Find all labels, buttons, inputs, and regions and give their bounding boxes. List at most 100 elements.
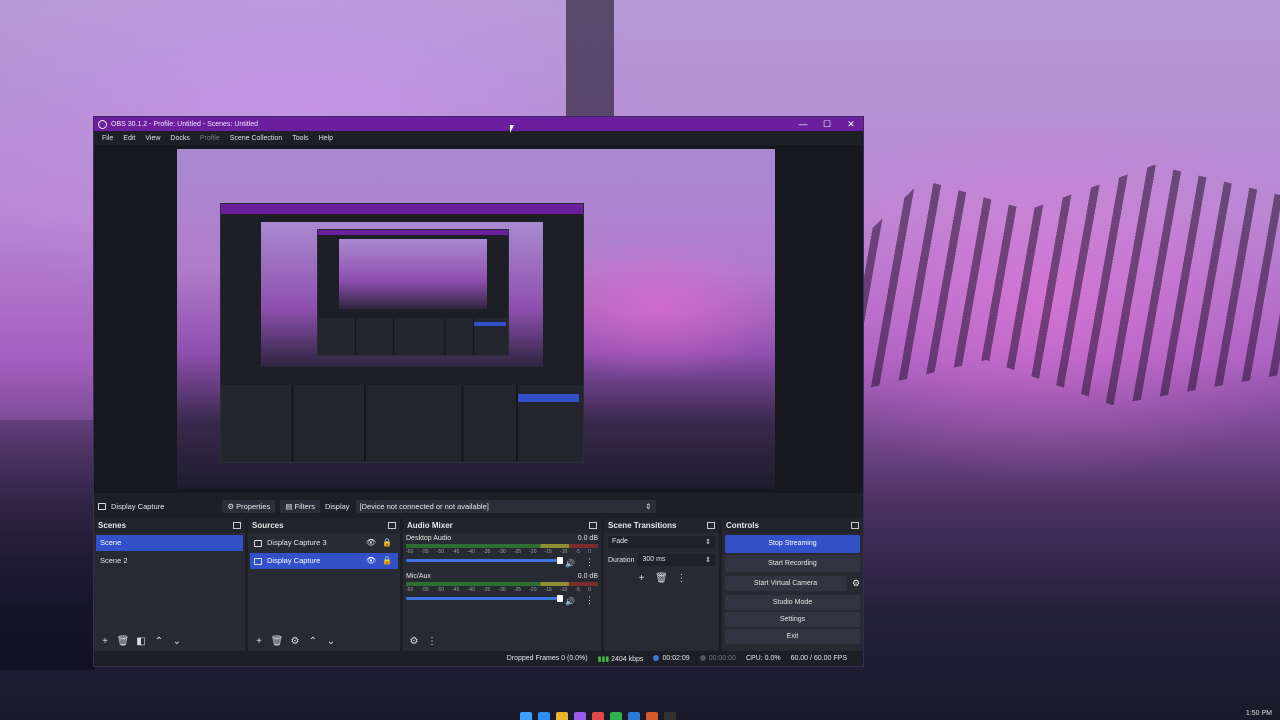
channel-db: 0.0 dB: [577, 573, 598, 580]
settings-button[interactable]: Settings: [725, 612, 860, 627]
folder-icon[interactable]: [556, 712, 568, 720]
scene-transitions-header: Scene Transitions: [608, 521, 677, 530]
float-dock-icon[interactable]: [851, 522, 859, 529]
obs-icon[interactable]: [664, 712, 676, 720]
mixer-channel: Desktop Audio 0.0 dB -60 -55 -50 -45 -40 -35 -3…: [403, 533, 601, 571]
gear-icon[interactable]: ⚙: [849, 578, 863, 589]
app-icon[interactable]: [574, 712, 586, 720]
start-virtual-camera-button[interactable]: Start Virtual Camera: [725, 576, 846, 591]
gear-icon[interactable]: ⚙: [288, 635, 302, 649]
menu-file[interactable]: File: [97, 135, 118, 142]
selected-source-name: Display Capture: [111, 502, 165, 511]
app-icon[interactable]: [646, 712, 658, 720]
exit-button[interactable]: Exit: [725, 629, 860, 644]
volume-knob[interactable]: [557, 557, 563, 564]
volume-slider[interactable]: [406, 595, 563, 602]
float-dock-icon[interactable]: [707, 522, 715, 529]
dropped-frames: Dropped Frames 0 (0.0%): [506, 655, 588, 662]
maximize-button[interactable]: ☐: [815, 117, 839, 131]
add-icon[interactable]: +: [98, 635, 112, 649]
trash-icon[interactable]: 🗑: [655, 572, 669, 586]
close-button[interactable]: ✕: [839, 117, 863, 131]
move-down-icon[interactable]: ⌄: [324, 635, 338, 649]
source-toolbar: Display Capture ⚙ Properties ▤ Filters D…: [94, 497, 863, 516]
recording-time: 00:00:00: [699, 655, 736, 662]
duration-label: Duration: [608, 556, 635, 564]
mouse-cursor: [510, 125, 514, 133]
stop-streaming-button[interactable]: Stop Streaming: [725, 535, 860, 553]
status-bar: Dropped Frames 0 (0.0%) ▮▮▮ 2404 kbps 00…: [94, 651, 863, 666]
volume-knob[interactable]: [557, 595, 563, 602]
start-icon[interactable]: [520, 712, 532, 720]
bitrate: ▮▮▮ 2404 kbps: [597, 655, 644, 663]
lock-icon[interactable]: 🔒: [382, 553, 392, 569]
preview-area: [94, 145, 863, 493]
preview-canvas[interactable]: [177, 149, 775, 489]
stream-status-icon: [653, 655, 660, 662]
updown-icon: ⇕: [645, 502, 652, 511]
title-bar[interactable]: OBS 30.1.2 - Profile: Untitled - Scenes:…: [94, 117, 863, 131]
wallpaper-palm: [860, 165, 1280, 405]
menu-help[interactable]: Help: [314, 135, 338, 142]
start-recording-button[interactable]: Start Recording: [725, 555, 860, 572]
docks: Scenes Scene Scene 2 + 🗑 ◧ ⌃ ⌄ Sources D…: [94, 518, 863, 651]
channel-db: 0.0 dB: [577, 535, 598, 542]
menu-tools[interactable]: Tools: [287, 135, 313, 142]
wallpaper-city: [0, 420, 95, 670]
menu-scene-collection[interactable]: Scene Collection: [225, 135, 288, 142]
speaker-icon[interactable]: 🔊: [565, 597, 575, 606]
meter-ticks: -60 -55 -50 -45 -40 -35 -30 -25 -20 -15 -10 -5 0: [406, 549, 591, 555]
float-dock-icon[interactable]: [233, 522, 241, 529]
source-item[interactable]: Display Capture 👁 🔒: [250, 553, 398, 569]
move-down-icon[interactable]: ⌄: [170, 635, 184, 649]
obs-logo-icon: [98, 119, 107, 129]
move-up-icon[interactable]: ⌃: [152, 635, 166, 649]
scenes-dock: Scenes Scene Scene 2 + 🗑 ◧ ⌃ ⌄: [94, 518, 245, 651]
studio-mode-button[interactable]: Studio Mode: [725, 595, 860, 610]
updown-icon: ⇕: [705, 539, 711, 546]
menu-view[interactable]: View: [140, 135, 165, 142]
menu-docks[interactable]: Docks: [165, 135, 194, 142]
controls-dock: Controls Stop Streaming Start Recording …: [722, 518, 863, 651]
move-up-icon[interactable]: ⌃: [306, 635, 320, 649]
audio-mixer-header: Audio Mixer: [407, 521, 453, 530]
visibility-eye-icon[interactable]: 👁: [366, 535, 376, 551]
spotify-icon[interactable]: [610, 712, 622, 720]
duration-input[interactable]: 300 ms ⇕: [638, 554, 715, 566]
source-item[interactable]: Display Capture 3 👁 🔒: [250, 535, 398, 551]
float-dock-icon[interactable]: [589, 522, 597, 529]
visibility-eye-icon[interactable]: 👁: [366, 553, 376, 569]
chrome-icon[interactable]: [592, 712, 604, 720]
vscode-icon[interactable]: [628, 712, 640, 720]
more-options-icon[interactable]: ⋮: [425, 635, 439, 649]
lock-icon[interactable]: 🔒: [382, 535, 392, 551]
nested-obs-capture-2: [317, 229, 510, 357]
menu-edit[interactable]: Edit: [118, 135, 140, 142]
filters-button[interactable]: ▤ Filters: [280, 500, 320, 513]
menu-profile[interactable]: Profile: [195, 135, 225, 142]
add-icon[interactable]: +: [635, 572, 649, 586]
scene-item[interactable]: Scene 2: [96, 553, 243, 569]
filter-icon[interactable]: ◧: [134, 635, 148, 649]
edge-icon[interactable]: [538, 712, 550, 720]
minimize-button[interactable]: —: [791, 117, 815, 131]
properties-button[interactable]: ⚙ Properties: [222, 500, 276, 513]
meter-ticks: -60 -55 -50 -45 -40 -35 -30 -25 -20 -15 -10 -5 0: [406, 587, 591, 593]
add-icon[interactable]: +: [252, 635, 266, 649]
sources-dock: Sources Display Capture 3 👁 🔒 Display Ca…: [248, 518, 400, 651]
cpu-usage: CPU: 0.0%: [745, 655, 781, 662]
clock: 1:50 PM: [1245, 710, 1272, 717]
float-dock-icon[interactable]: [388, 522, 396, 529]
speaker-icon[interactable]: 🔊: [565, 559, 575, 568]
scene-item[interactable]: Scene: [96, 535, 243, 551]
more-options-icon[interactable]: ⋮: [585, 557, 594, 568]
volume-slider[interactable]: [406, 557, 563, 564]
mixer-channel: Mic/Aux 0.0 dB -60 -55 -50 -45 -40 -35 -30 -25 -2…: [403, 571, 601, 609]
trash-icon[interactable]: 🗑: [116, 635, 130, 649]
more-options-icon[interactable]: ⋮: [675, 572, 689, 586]
advanced-audio-icon[interactable]: ⚙: [407, 635, 421, 649]
transition-select[interactable]: Fade ⇕: [608, 536, 715, 548]
more-options-icon[interactable]: ⋮: [585, 595, 594, 606]
display-select[interactable]: [Device not connected or not available] ⇕: [355, 500, 656, 513]
trash-icon[interactable]: 🗑: [270, 635, 284, 649]
